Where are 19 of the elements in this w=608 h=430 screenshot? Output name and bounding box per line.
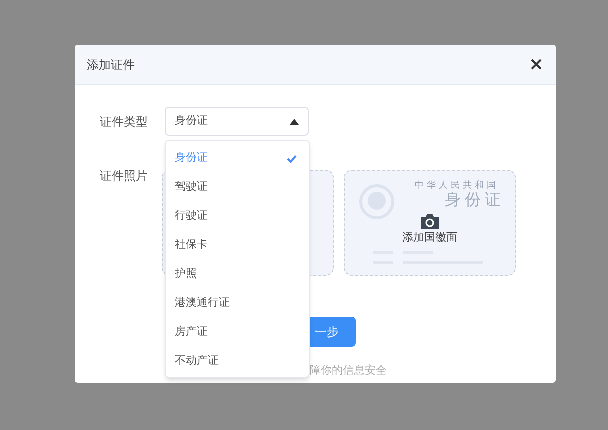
- type-select[interactable]: 身份证: [165, 107, 309, 136]
- dropdown-option[interactable]: 社保卡: [166, 231, 309, 260]
- watermark-text: 身份证: [445, 191, 505, 211]
- dropdown-option[interactable]: 驾驶证: [166, 173, 309, 202]
- upload-label: 添加国徽面: [402, 231, 458, 246]
- dropdown-option[interactable]: 护照: [166, 260, 309, 289]
- close-icon[interactable]: [531, 59, 542, 70]
- watermark-text: 中华人民共和国: [415, 179, 499, 192]
- dropdown-option[interactable]: 不动产证: [166, 347, 309, 376]
- upload-card[interactable]: 中华人民共和国 身份证 添加国徽面: [344, 170, 516, 276]
- dialog-title: 添加证件: [87, 56, 135, 74]
- security-hint: 障你的信息安全: [310, 364, 388, 379]
- dropdown-option[interactable]: 房产证: [166, 318, 309, 347]
- field-label: 证件照片: [99, 168, 149, 185]
- dropdown-option[interactable]: 港澳通行证: [166, 289, 309, 318]
- field-label: 证件类型: [99, 114, 149, 130]
- dropdown-option[interactable]: 行驶证: [166, 202, 309, 231]
- camera-icon: [421, 214, 439, 229]
- check-icon: [287, 154, 297, 162]
